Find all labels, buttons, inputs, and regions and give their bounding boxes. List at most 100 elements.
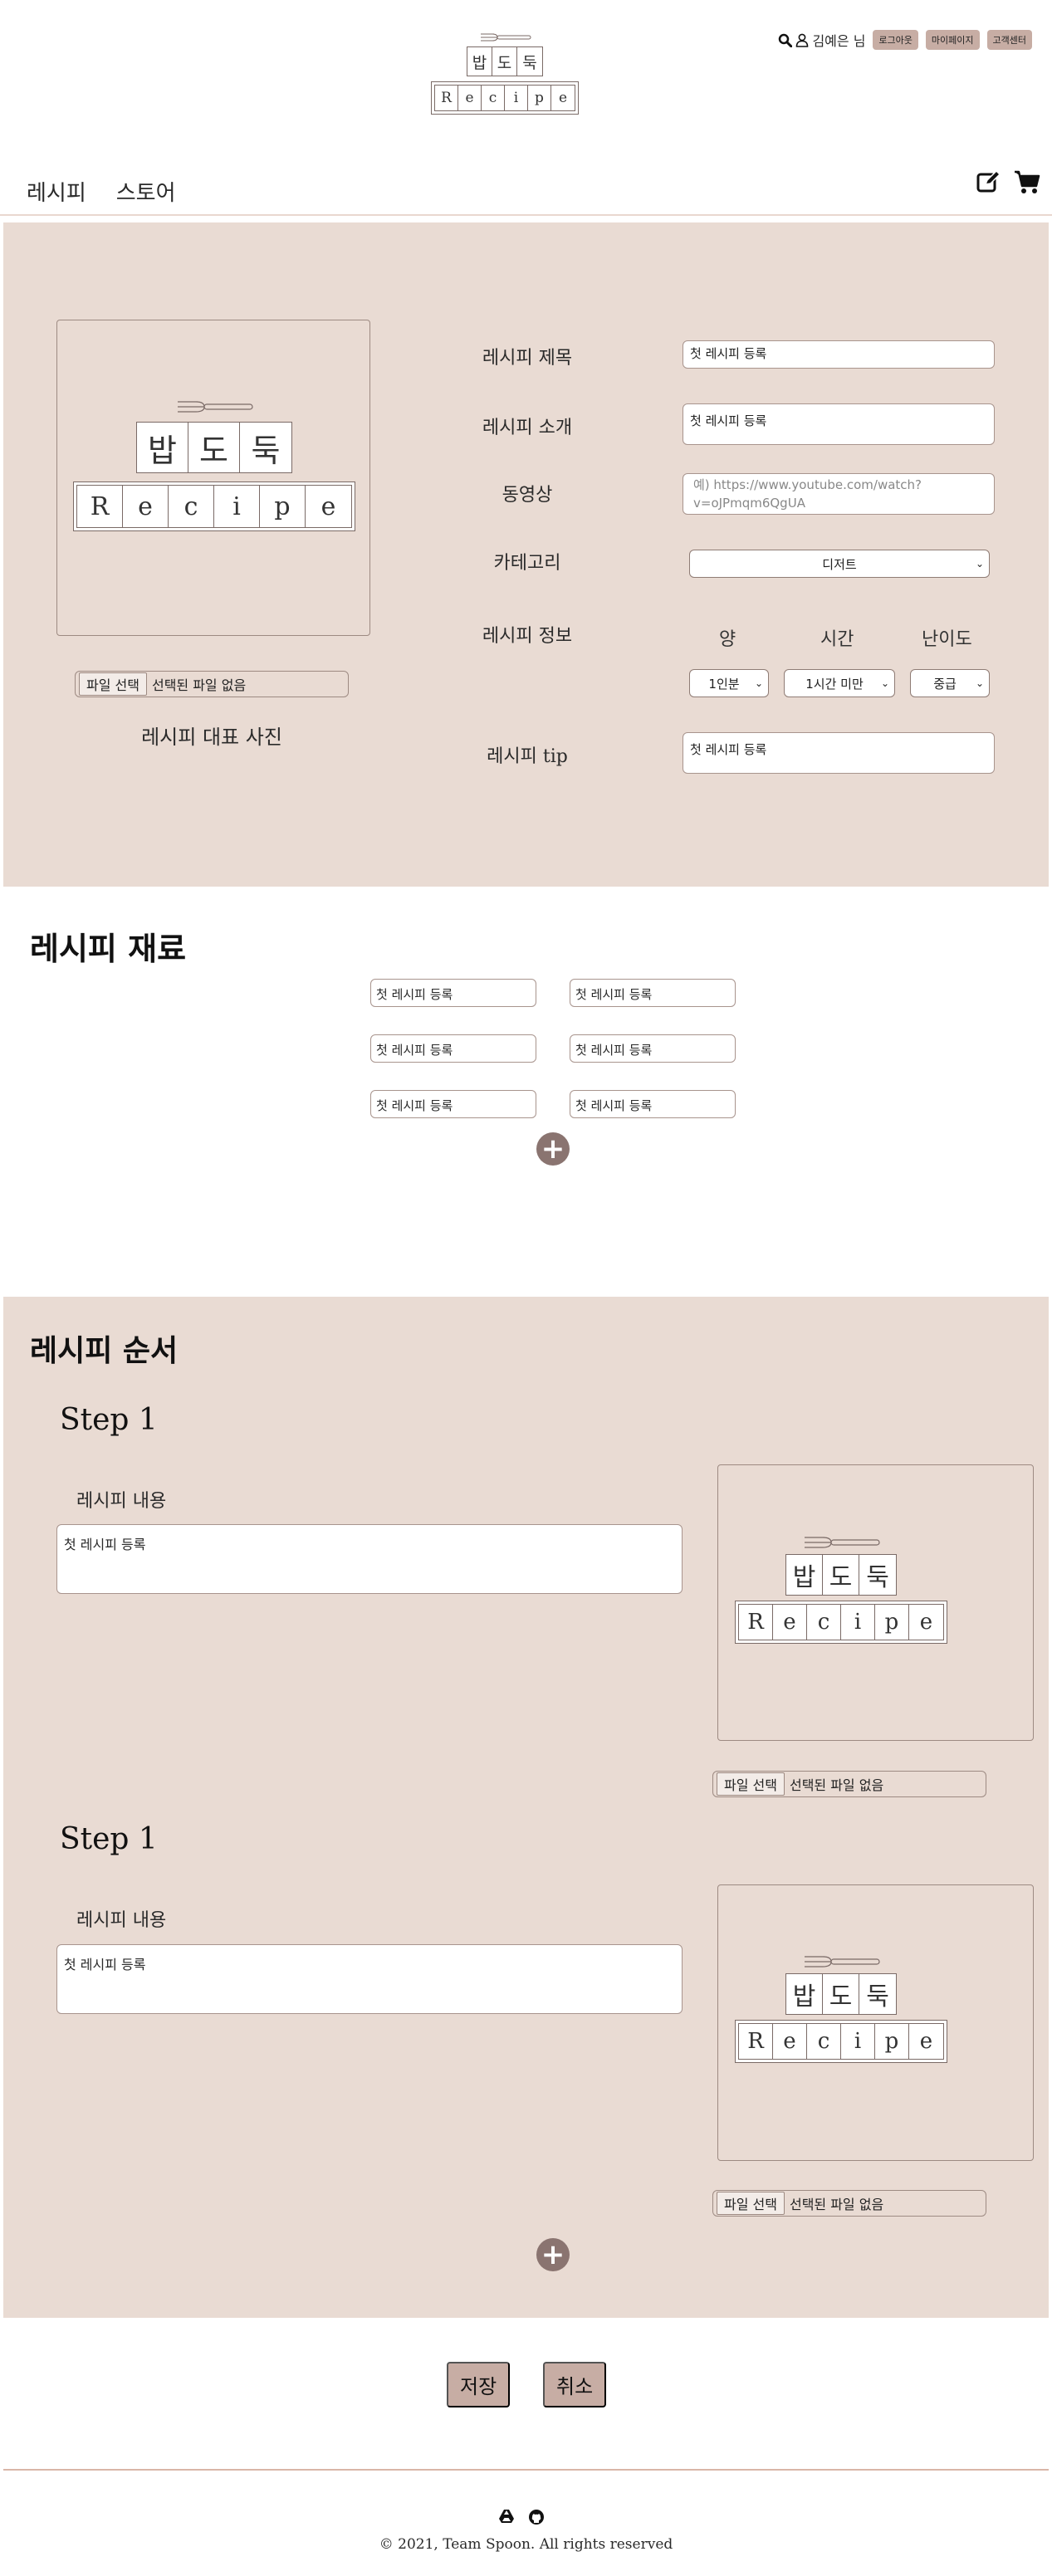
- logo-char: R: [77, 486, 123, 527]
- logo-char: c: [807, 1605, 841, 1640]
- step-photo-logo: 밥 도 둑 R e c i p e: [735, 1953, 947, 2063]
- tip-textarea[interactable]: 첫 레시피 등록: [683, 732, 995, 774]
- title-input[interactable]: 첫 레시피 등록: [683, 340, 995, 369]
- fork-icon: [805, 1956, 880, 1967]
- google-drive-icon[interactable]: [498, 2509, 515, 2524]
- add-step-button[interactable]: +: [536, 2238, 570, 2271]
- step-title: Step 1: [60, 1822, 158, 1856]
- step-file-input[interactable]: 파일 선택 선택된 파일 없음: [712, 1771, 986, 1797]
- file-select-button[interactable]: 파일 선택: [79, 672, 147, 696]
- file-select-button[interactable]: 파일 선택: [717, 2192, 785, 2215]
- step-content-textarea[interactable]: 첫 레시피 등록: [56, 1944, 683, 2014]
- user-info: 김예은 님: [778, 30, 865, 50]
- header-divider: [0, 214, 1052, 216]
- logo-char: p: [875, 2024, 909, 2059]
- logo-english: R e c i p e: [73, 481, 355, 531]
- category-select[interactable]: 디저트 ⌄: [689, 550, 990, 578]
- logo-char: 도: [492, 47, 517, 76]
- copyright: © 2021, Team Spoon. All rights reserved: [379, 2536, 673, 2553]
- info-header-difficulty: 난이도: [922, 629, 972, 650]
- intro-label: 레시피 소개: [482, 418, 573, 438]
- logo-char: 둑: [240, 423, 291, 472]
- info-label: 레시피 정보: [482, 626, 573, 647]
- step-photo-logo: 밥 도 둑 R e c i p e: [735, 1534, 947, 1644]
- video-input[interactable]: 예) https://www.youtube.com/watch?v=oJPmq…: [683, 473, 995, 515]
- logo-char: R: [739, 2024, 773, 2059]
- ingredient-input[interactable]: 첫 레시피 등록: [570, 1034, 736, 1063]
- logo-korean: 밥 도 둑: [785, 1554, 897, 1596]
- save-button[interactable]: 저장: [447, 2362, 511, 2407]
- amount-value: 1인분: [708, 676, 740, 692]
- ingredient-input[interactable]: 첫 레시피 등록: [570, 979, 736, 1007]
- chevron-down-icon: ⌄: [754, 677, 763, 689]
- logo-char: e: [773, 1605, 807, 1640]
- edit-icon[interactable]: [976, 169, 1001, 194]
- time-value: 1시간 미만: [805, 676, 864, 692]
- logo-char: c: [169, 486, 214, 527]
- file-status: 선택된 파일 없음: [151, 677, 247, 693]
- step-content-textarea[interactable]: 첫 레시피 등록: [56, 1524, 683, 1594]
- github-icon[interactable]: [528, 2509, 545, 2525]
- file-select-button[interactable]: 파일 선택: [717, 1772, 785, 1796]
- category-value: 디저트: [822, 556, 857, 572]
- mypage-button[interactable]: 마이페이지: [925, 30, 980, 50]
- ingredient-input[interactable]: 첫 레시피 등록: [370, 1034, 536, 1063]
- chevron-down-icon: ⌄: [975, 558, 984, 569]
- logo-char: p: [528, 86, 551, 110]
- logo-char: 둑: [522, 53, 537, 72]
- chevron-down-icon: ⌄: [880, 677, 889, 689]
- photo-file-input[interactable]: 파일 선택 선택된 파일 없음: [75, 671, 349, 697]
- logo-char: e: [123, 486, 169, 527]
- main-nav: 레시피 스토어: [27, 176, 176, 207]
- amount-select[interactable]: 1인분 ⌄: [689, 669, 769, 697]
- header-logo[interactable]: 밥 도 둑 R e c i p e: [431, 32, 579, 115]
- cart-icon[interactable]: [1014, 169, 1040, 194]
- logo-char: e: [320, 491, 336, 521]
- fork-icon: [178, 401, 253, 413]
- search-icon[interactable]: [778, 33, 793, 47]
- step-file-input[interactable]: 파일 선택 선택된 파일 없음: [712, 2190, 986, 2217]
- ingredient-input[interactable]: 첫 레시피 등록: [370, 979, 536, 1007]
- fork-icon: [805, 1537, 880, 1548]
- cancel-button[interactable]: 취소: [543, 2362, 607, 2407]
- ingredient-input[interactable]: 첫 레시피 등록: [370, 1090, 536, 1118]
- logo-english: R e c i p e: [735, 2020, 947, 2063]
- nav-icons: [976, 169, 1040, 194]
- logo-char: 밥: [467, 47, 492, 76]
- chevron-down-icon: ⌄: [975, 677, 984, 689]
- title-label: 레시피 제목: [482, 348, 573, 369]
- plus-icon: +: [541, 1132, 565, 1166]
- logout-button[interactable]: 로그아웃: [873, 30, 918, 50]
- logo-korean: 밥 도 둑: [467, 46, 543, 76]
- logo-char: 밥: [137, 423, 188, 472]
- customer-center-button[interactable]: 고객센터: [986, 30, 1032, 50]
- step-content-label: 레시피 내용: [76, 1491, 167, 1512]
- photo-caption: 레시피 대표 사진: [141, 726, 282, 749]
- ingredient-input[interactable]: 첫 레시피 등록: [570, 1090, 736, 1118]
- logo-char: 밥: [786, 1555, 823, 1595]
- logo-char: p: [260, 486, 306, 527]
- nav-item-store[interactable]: 스토어: [116, 176, 176, 207]
- logo-korean: 밥 도 둑: [136, 422, 292, 473]
- info-header-time: 시간: [820, 629, 854, 650]
- info-header-amount: 양: [719, 629, 736, 650]
- logo-english: R e c i p e: [431, 81, 579, 115]
- steps-title: 레시피 순서: [30, 1334, 179, 1368]
- nav-item-recipe[interactable]: 레시피: [27, 176, 86, 207]
- user-icon: [796, 33, 809, 47]
- step-title: Step 1: [60, 1403, 158, 1437]
- logo-char: e: [919, 2029, 933, 2054]
- add-ingredient-button[interactable]: +: [536, 1132, 570, 1166]
- logo-char: i: [214, 486, 260, 527]
- time-select[interactable]: 1시간 미만 ⌄: [784, 669, 895, 697]
- step-content-label: 레시피 내용: [76, 1910, 167, 1931]
- difficulty-select[interactable]: 중급 ⌄: [910, 669, 990, 697]
- logo-char: c: [807, 2024, 841, 2059]
- intro-textarea[interactable]: 첫 레시피 등록: [683, 403, 995, 445]
- logo-char: i: [841, 1605, 875, 1640]
- logo-char: e: [558, 90, 568, 106]
- logo-char: 도: [823, 1974, 859, 2014]
- footer-divider: [3, 2469, 1049, 2471]
- file-status: 선택된 파일 없음: [789, 1777, 884, 1793]
- steps-panel: [3, 1297, 1049, 2318]
